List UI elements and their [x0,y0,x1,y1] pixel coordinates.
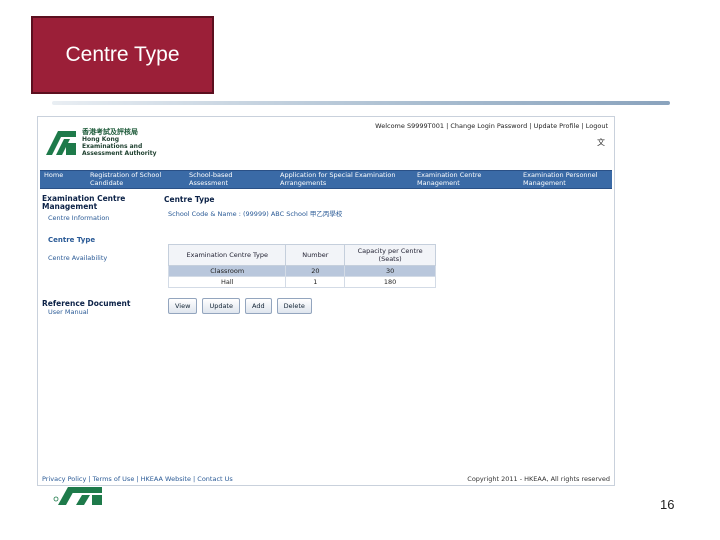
sidebar-item-centre-type[interactable]: Centre Type [48,236,158,244]
update-button[interactable]: Update [202,298,240,314]
sidebar-item-centre-availability[interactable]: Centre Availability [48,254,158,262]
main-nav: Home Registration of School Candidate Sc… [40,170,612,189]
update-profile-link[interactable]: Update Profile [534,122,580,130]
footer-copyright: Copyright 2011 - HKEAA, All rights reser… [467,475,610,483]
cell-capacity: 180 [344,276,436,288]
add-button[interactable]: Add [244,298,272,314]
slide-title-box: Centre Type [31,16,214,94]
change-password-link[interactable]: Change Login Password [450,122,527,130]
slide-title: Centre Type [65,43,180,66]
logo-english-1: Hong Kong [82,136,120,143]
top-links: Welcome S9999T001 | Change Login Passwor… [375,122,608,130]
nav-registration[interactable]: Registration of School Candidate [86,171,185,188]
table-header-row: Examination Centre Type Number Capacity … [167,244,436,266]
col-header-capacity: Capacity per Centre (Seats) [344,244,436,266]
logout-link[interactable]: Logout [586,122,608,130]
sidebar-heading-centre-management: Examination Centre Management [42,194,126,211]
hkeaa-slide-logo-icon [52,483,108,505]
cell-centre-type: Hall [167,276,287,288]
logo-english-3: Assessment Authority [82,150,157,157]
page-footer: Privacy Policy | Terms of Use | HKEAA We… [38,475,614,483]
table-row[interactable]: Classroom 20 30 [167,265,436,277]
school-info: School Code & Name : (99999) ABC School … [168,208,604,218]
nav-sba[interactable]: School-based Assessment [185,171,276,188]
sidebar-heading-reference: Reference Document [42,299,131,308]
action-buttons: View Update Add Delete [168,298,312,314]
delete-button[interactable]: Delete [276,298,312,314]
school-label: School Code & Name : [168,210,241,218]
centre-type-table: Examination Centre Type Number Capacity … [167,244,436,288]
cell-number: 1 [285,276,346,288]
language-toggle[interactable]: 文 [597,137,605,148]
footer-contact-link[interactable]: Contact Us [197,475,233,483]
nav-personnel-management[interactable]: Examination Personnel Management [519,171,612,188]
cell-centre-type: Classroom [167,265,287,277]
sidebar: Examination Centre Management Centre Inf… [42,194,158,317]
cell-capacity: 30 [344,265,436,277]
col-header-centre-type: Examination Centre Type [167,244,287,266]
school-code: (99999) [243,210,269,218]
sidebar-item-centre-information[interactable]: Centre Information [48,214,158,222]
title-divider [52,101,670,105]
school-name: ABC School [270,210,308,218]
col-header-number: Number [285,244,346,266]
hkeaa-logo-icon [44,129,78,157]
view-button[interactable]: View [168,298,198,314]
hkeaa-logo: 香港考試及評核局 Hong Kong Examinations and Asse… [44,125,174,161]
sidebar-item-user-manual[interactable]: User Manual [48,308,158,316]
page-number: 16 [660,497,675,512]
nav-home[interactable]: Home [40,171,86,188]
main-content: Centre Type School Code & Name : (99999)… [164,195,604,218]
table-row[interactable]: Hall 1 180 [167,276,436,288]
footer-terms-link[interactable]: Terms of Use [93,475,135,483]
nav-centre-management[interactable]: Examination Centre Management [413,171,519,188]
welcome-text: Welcome S9999T001 [375,122,444,130]
cell-number: 20 [285,265,346,277]
app-screenshot: 香港考試及評核局 Hong Kong Examinations and Asse… [37,116,615,486]
logo-chinese: 香港考試及評核局 [82,128,138,136]
school-name-zh: 甲乙丙學校 [309,210,343,218]
footer-privacy-link[interactable]: Privacy Policy [42,475,86,483]
nav-special-arrangements[interactable]: Application for Special Examination Arra… [276,171,413,188]
footer-website-link[interactable]: HKEAA Website [141,475,191,483]
logo-english-2: Examinations and [82,143,143,150]
page-title: Centre Type [164,195,215,204]
footer-links: Privacy Policy | Terms of Use | HKEAA We… [42,475,233,483]
